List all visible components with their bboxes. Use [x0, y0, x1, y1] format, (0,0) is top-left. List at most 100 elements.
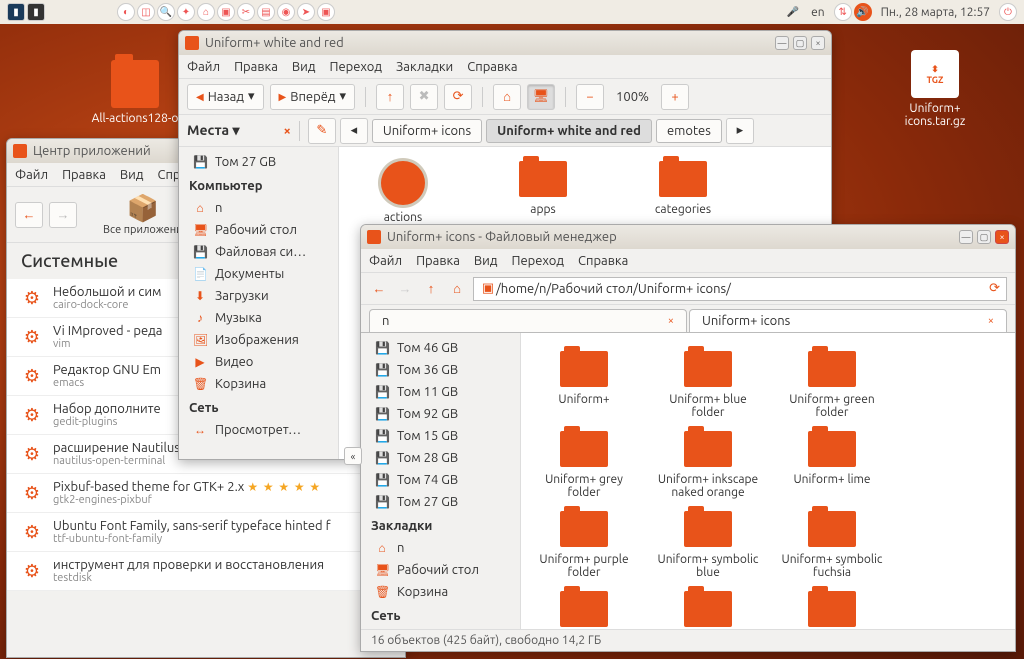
menu-help[interactable]: Справка [467, 60, 517, 74]
panel-icon[interactable]: 🔍 [157, 3, 175, 21]
sidebar-volume[interactable]: 💾Том 27 GB [361, 491, 520, 513]
sidebar-item[interactable]: 📄Документы [179, 263, 338, 285]
sidebar-item[interactable]: 🗑Корзина [179, 373, 338, 395]
menu-file[interactable]: Файл [369, 254, 402, 268]
folder-item[interactable]: Uniform+ inkscape naked orange [655, 431, 761, 499]
menu-view[interactable]: Вид [120, 168, 144, 182]
sidebar-item[interactable]: 🖼Изображения [179, 329, 338, 351]
folder-item[interactable]: Uniform+ symbolic red [779, 591, 885, 629]
panel-icon[interactable]: ✂ [237, 3, 255, 21]
back-button[interactable]: ◀Назад ▾ [187, 84, 264, 110]
folder-item[interactable]: Uniform+ blue folder [655, 351, 761, 419]
maximize-button[interactable]: ▢ [793, 36, 807, 50]
home-button[interactable]: ⌂ [493, 84, 521, 110]
sidebar-volume[interactable]: 💾Том 46 GB [361, 337, 520, 359]
desktop-folder[interactable]: All-actions128-о [80, 60, 190, 125]
volume-icon[interactable]: 🔊 [854, 3, 872, 21]
close-tab-icon[interactable]: × [668, 315, 674, 327]
up-button[interactable]: ↑ [376, 84, 404, 110]
menu-edit[interactable]: Правка [62, 168, 106, 182]
home-button[interactable]: ⌂ [447, 281, 467, 296]
edit-path-button[interactable]: ✎ [308, 118, 336, 144]
mic-icon[interactable]: 🎤 [784, 3, 802, 21]
file-view[interactable]: Uniform+ Uniform+ blue folder Uniform+ gre… [521, 333, 1015, 629]
maximize-button[interactable]: ▢ [977, 230, 991, 244]
sidebar-volume[interactable]: 💾Том 11 GB [361, 381, 520, 403]
sidebar-item[interactable]: ⌂n [179, 197, 338, 219]
all-apps-icon[interactable]: 📦 [103, 193, 183, 224]
folder-item[interactable]: apps [493, 161, 593, 224]
sidebar-item[interactable]: ⬇Загрузки [179, 285, 338, 307]
desktop-tgz[interactable]: ⬍TGZ Uniform+ icons.tar.gz [880, 50, 990, 128]
folder-item[interactable]: categories [633, 161, 733, 224]
panel-icon[interactable]: ▮ [27, 3, 45, 21]
reload-button[interactable]: ⟳ [444, 84, 472, 110]
sidebar-bookmark[interactable]: 🗑Корзина [361, 581, 520, 603]
forward-button[interactable]: ▶Вперёд ▾ [270, 84, 356, 110]
panel-icon[interactable]: ◫ [137, 3, 155, 21]
lang-indicator[interactable]: en [803, 6, 832, 19]
titlebar[interactable]: Uniform+ white and red — ▢ × [179, 31, 831, 55]
panel-icon[interactable]: ▣ [217, 3, 235, 21]
menu-file[interactable]: Файл [15, 168, 48, 182]
menu-edit[interactable]: Правка [234, 60, 278, 74]
sidebar-bookmark[interactable]: ⌂n [361, 537, 520, 559]
panel-icon[interactable]: ▮ [7, 3, 25, 21]
breadcrumb[interactable]: emotes [656, 119, 722, 143]
minimize-button[interactable]: — [959, 230, 973, 244]
sidebar-item[interactable]: ♪Музыка [179, 307, 338, 329]
minimize-button[interactable]: — [775, 36, 789, 50]
sidebar-volume[interactable]: 💾Том 92 GB [361, 403, 520, 425]
menu-edit[interactable]: Правка [416, 254, 460, 268]
menu-view[interactable]: Вид [292, 60, 316, 74]
folder-item[interactable]: Uniform+ green folder [779, 351, 885, 419]
panel-icon[interactable]: ⌂ [197, 3, 215, 21]
sidebar-bookmark[interactable]: 🖥Рабочий стол [361, 559, 520, 581]
folder-item[interactable]: Uniform+ symbolic fuchsia [779, 511, 885, 579]
sidebar-volume[interactable]: 💾Том 74 GB [361, 469, 520, 491]
tab[interactable]: n× [369, 309, 687, 332]
breadcrumb[interactable]: Uniform+ icons [372, 119, 482, 143]
zoom-in-button[interactable]: + [661, 84, 689, 110]
breadcrumb[interactable]: Uniform+ white and red [486, 119, 652, 143]
folder-item[interactable]: Uniform+ symbolic blue [655, 511, 761, 579]
menu-help[interactable]: Справка [578, 254, 628, 268]
clock[interactable]: Пн., 28 марта, 12:57 [873, 6, 998, 19]
reload-icon[interactable]: ⟳ [989, 281, 1000, 296]
zoom-out-button[interactable]: − [576, 84, 604, 110]
sidebar-item[interactable]: ▶Видео [179, 351, 338, 373]
folder-item[interactable]: Uniform+ symbolic orange [655, 591, 761, 629]
panel-icon[interactable]: ➤ [297, 3, 315, 21]
folder-item[interactable]: Uniform+ [531, 351, 637, 419]
folder-item[interactable]: Uniform+ lime [779, 431, 885, 499]
menu-go[interactable]: Переход [329, 60, 382, 74]
back-button[interactable]: ← [15, 202, 43, 228]
folder-item[interactable]: Uniform+ grey folder [531, 431, 637, 499]
titlebar[interactable]: Uniform+ icons - Файловый менеджер — ▢ × [361, 225, 1015, 249]
crumb-fwd-button[interactable]: ▸ [726, 118, 754, 144]
folder-item[interactable]: Uniform+ purple folder [531, 511, 637, 579]
menu-go[interactable]: Переход [511, 254, 564, 268]
tab[interactable]: Uniform+ icons× [689, 309, 1007, 332]
menu-file[interactable]: Файл [187, 60, 220, 74]
close-button[interactable]: × [995, 230, 1009, 244]
panel-icon[interactable]: ◉ [277, 3, 295, 21]
panel-icon[interactable]: ◐ [117, 3, 135, 21]
sidebar-volume[interactable]: 💾Том 27 GB [179, 151, 338, 173]
software-item[interactable]: ⚙ Pixbuf-based theme for GTK+ 2.x ★ ★ ★ … [7, 474, 405, 513]
sidebar-volume[interactable]: 💾Том 15 GB [361, 425, 520, 447]
folder-item[interactable]: Uniform+ symbolic green [531, 591, 637, 629]
panel-icon[interactable]: ✦ [177, 3, 195, 21]
collapse-button[interactable]: « [344, 447, 362, 465]
back-button[interactable]: ← [369, 281, 389, 296]
software-item[interactable]: ⚙ Ubuntu Font Family, sans-serif typefac… [7, 513, 405, 552]
panel-icon[interactable]: ▣ [317, 3, 335, 21]
close-button[interactable]: × [811, 36, 825, 50]
power-icon[interactable]: ⏻ [999, 3, 1017, 21]
network-icon[interactable]: ⇅ [834, 3, 852, 21]
sidebar-browse-network[interactable]: ↔Просмотрет… [179, 419, 338, 441]
sidebar-item[interactable]: 🖥Рабочий стол [179, 219, 338, 241]
up-button[interactable]: ↑ [421, 281, 441, 296]
address-bar[interactable]: ▣ /home/n/Рабочий стол/Uniform+ icons/ ⟳ [473, 277, 1007, 301]
panel-icon[interactable]: ▤ [257, 3, 275, 21]
